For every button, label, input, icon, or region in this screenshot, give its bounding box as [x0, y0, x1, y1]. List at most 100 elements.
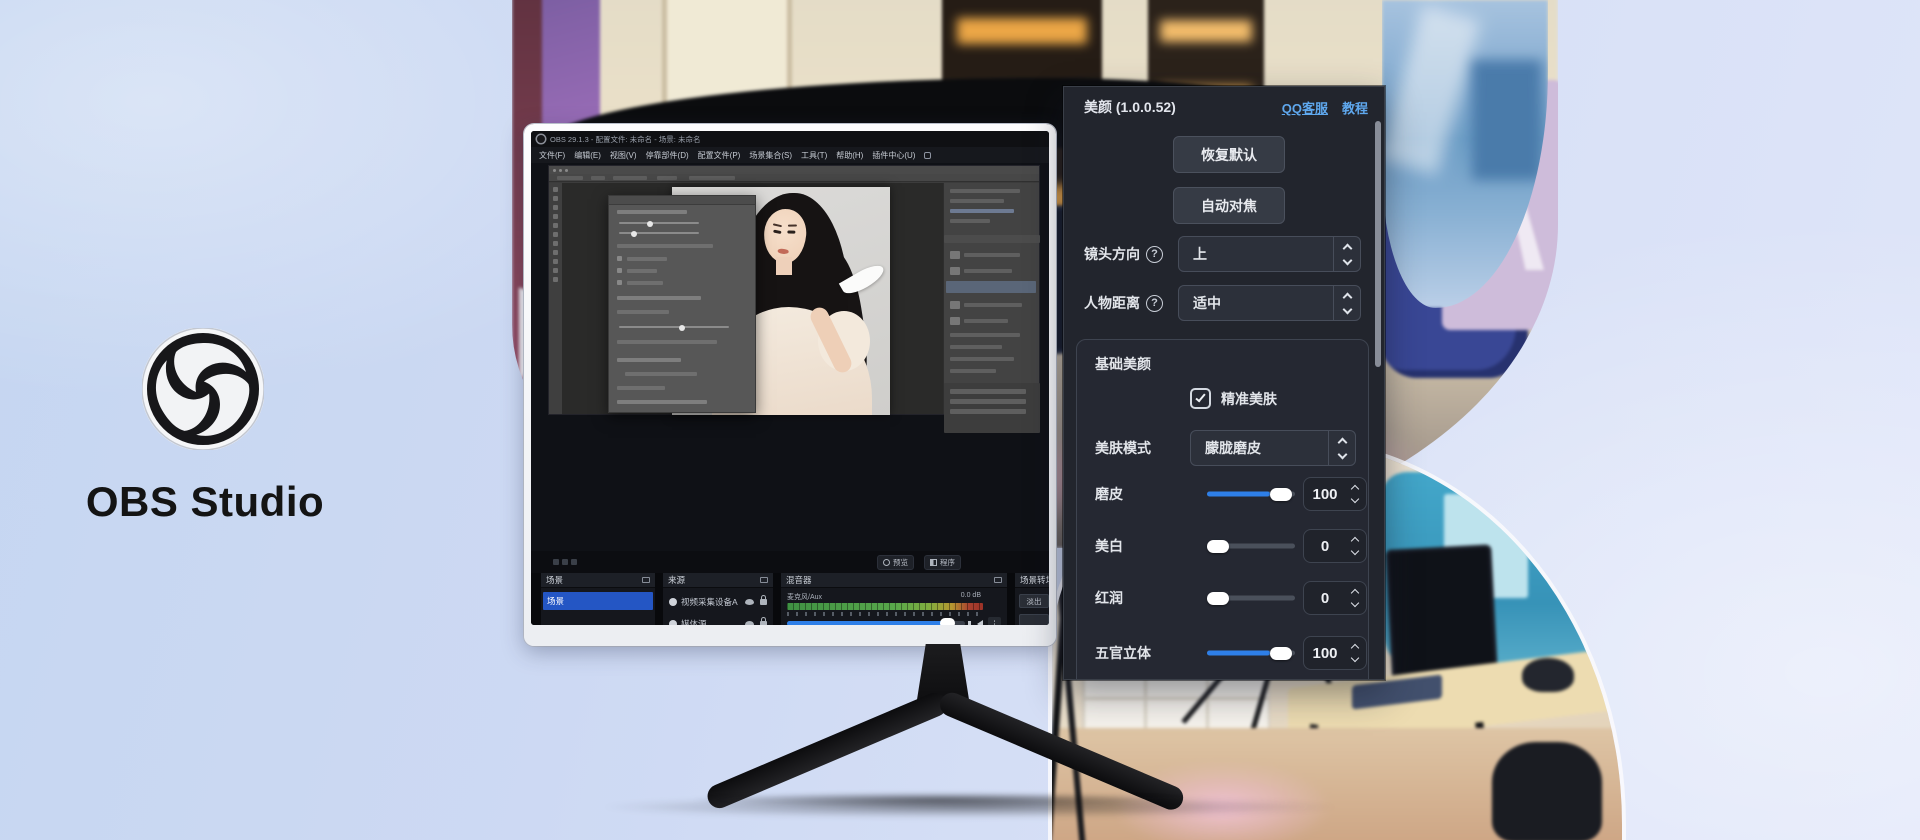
sources-title: 来源 — [668, 574, 685, 586]
slider-thumb[interactable] — [1270, 488, 1292, 501]
brand-title: OBS Studio — [40, 478, 370, 526]
skin-mode-select[interactable]: 朦胧磨皮 — [1190, 430, 1356, 466]
slider-thumb[interactable] — [1207, 540, 1229, 553]
rosy-value-box[interactable]: 0 — [1303, 581, 1367, 615]
spin-down-icon — [1351, 599, 1359, 607]
transition-duration[interactable] — [1019, 614, 1049, 625]
eye-icon[interactable] — [745, 599, 754, 605]
restore-default-button[interactable]: 恢复默认 — [1173, 136, 1285, 173]
beauty-panel-header: 美颜 (1.0.0.52) QQ客服 教程 — [1084, 97, 1368, 117]
menu-view[interactable]: 视图(V) — [610, 150, 637, 161]
eye-icon[interactable] — [745, 621, 754, 625]
volume-meter — [787, 603, 983, 610]
photo-collage-topright — [1382, 0, 1548, 308]
chevron-down-icon — [1337, 449, 1347, 459]
meter-ticks — [787, 612, 983, 616]
face-3d-slider[interactable] — [1207, 651, 1295, 656]
spin-up-icon — [1351, 644, 1359, 652]
beauty-plugin-panel: 美颜 (1.0.0.52) QQ客服 教程 恢复默认 自动对焦 镜头方向 ? 上… — [1063, 86, 1385, 680]
tab-preview[interactable]: 预览 — [877, 555, 914, 570]
menu-edit[interactable]: 编辑(E) — [574, 150, 601, 161]
spin-up-icon — [1351, 485, 1359, 493]
mixer-title: 混音器 — [786, 574, 812, 586]
beauty-panel-title: 美颜 (1.0.0.52) — [1084, 97, 1176, 117]
chevron-down-icon — [1342, 255, 1352, 265]
spin-down-icon — [1351, 495, 1359, 503]
obs-preview-area — [531, 163, 1049, 551]
chevron-down-icon — [1342, 304, 1352, 314]
menu-profile[interactable]: 配置文件(P) — [698, 150, 741, 161]
transition-select[interactable]: 淡出 — [1019, 594, 1049, 608]
camera-direction-select[interactable]: 上 — [1178, 236, 1361, 272]
obs-menubar: 文件(F) 编辑(E) 视图(V) 停靠部件(D) 配置文件(P) 场景集合(S… — [531, 147, 1049, 163]
editor-options-bar — [549, 174, 1039, 182]
volume-slider[interactable] — [787, 621, 965, 625]
dock-sources: 来源 视频采集设备A 媒体源 窗口采集 — [663, 573, 773, 625]
obs-dock-area: 场景 场景 来源 视频采集设备A 媒体源 — [531, 573, 1049, 625]
menu-docks[interactable]: 停靠部件(D) — [646, 150, 689, 161]
whitening-value-box[interactable]: 0 — [1303, 529, 1367, 563]
skin-mode-row: 美肤模式 — [1095, 430, 1151, 466]
rosy-slider[interactable] — [1207, 596, 1295, 601]
smoothing-value-box[interactable]: 100 — [1303, 477, 1367, 511]
person-distance-select[interactable]: 适中 — [1178, 285, 1361, 321]
speaker-icon[interactable] — [977, 620, 983, 625]
whitening-slider-row: 美白 0 — [1095, 528, 1354, 564]
mixer-channel-db: 0.0 dB — [961, 592, 981, 599]
slider-thumb[interactable] — [1207, 592, 1229, 605]
obs-titlebar-text: OBS 29.1.3 - 配置文件: 未命名 - 场景: 未命名 — [550, 134, 700, 145]
slider-thumb[interactable] — [1270, 647, 1292, 660]
obs-window: OBS 29.1.3 - 配置文件: 未命名 - 场景: 未命名 文件(F) 编… — [531, 131, 1049, 625]
media-source-icon — [669, 620, 677, 625]
face-3d-value-box[interactable]: 100 — [1303, 636, 1367, 670]
dock-menu-icon[interactable] — [994, 577, 1002, 583]
help-icon[interactable]: ? — [1146, 295, 1163, 312]
layout-icon-1[interactable] — [553, 559, 559, 565]
panel-scrollbar[interactable] — [1375, 121, 1381, 367]
layout-icon-3[interactable] — [571, 559, 577, 565]
camera-source-icon — [669, 598, 677, 606]
auto-focus-button[interactable]: 自动对焦 — [1173, 187, 1285, 224]
chevron-up-icon — [1337, 437, 1347, 447]
whitening-slider[interactable] — [1207, 544, 1295, 549]
editor-side-panels — [943, 183, 1039, 414]
dock-menu-icon[interactable] — [642, 577, 650, 583]
volume-slider-thumb[interactable] — [940, 618, 955, 625]
obs-logo — [142, 328, 264, 450]
tab-program[interactable]: 程序 — [924, 555, 961, 570]
qq-support-link[interactable]: QQ客服 — [1282, 98, 1328, 117]
layout-icon-2[interactable] — [562, 559, 568, 565]
precise-skin-checkbox[interactable] — [1190, 388, 1211, 409]
tutorial-link[interactable]: 教程 — [1342, 98, 1368, 117]
lock-icon[interactable] — [760, 621, 767, 625]
group-title: 基础美颜 — [1095, 354, 1151, 374]
chevron-up-icon — [1342, 243, 1352, 253]
menu-tools[interactable]: 工具(T) — [801, 150, 827, 161]
help-icon[interactable]: ? — [1146, 246, 1163, 263]
precise-skin-row: 精准美肤 — [1190, 388, 1277, 409]
rosy-slider-row: 红润 0 — [1095, 580, 1354, 616]
menu-file[interactable]: 文件(F) — [539, 150, 565, 161]
basic-beauty-group: 基础美颜 精准美肤 美肤模式 朦胧磨皮 磨皮 100 — [1076, 339, 1369, 680]
mixer-channel-name: 麦克风/Aux — [787, 592, 822, 602]
dock-transitions: 场景转场 淡出 ‹ — [1015, 573, 1049, 625]
smoothing-slider[interactable] — [1207, 492, 1295, 497]
source-row[interactable]: 媒体源 — [665, 615, 771, 625]
spin-down-icon — [1351, 547, 1359, 555]
editor-canvas — [562, 183, 943, 414]
obs-shutter-icon — [142, 328, 264, 450]
transitions-title: 场景转场 — [1020, 574, 1049, 586]
lock-icon[interactable] — [760, 599, 767, 605]
stand-shadow-inner — [690, 792, 1190, 808]
dock-menu-icon[interactable] — [760, 577, 768, 583]
menu-plugin-center[interactable]: 插件中心(U) — [872, 150, 915, 161]
spin-up-icon — [1351, 589, 1359, 597]
menu-help[interactable]: 帮助(H) — [836, 150, 863, 161]
spin-up-icon — [1351, 537, 1359, 545]
menu-scene-collection[interactable]: 场景集合(S) — [749, 150, 792, 161]
scene-row[interactable]: 场景 — [543, 592, 653, 610]
view-tab-strip: 预览 程序 — [531, 551, 1049, 573]
captured-editor-window — [548, 165, 1040, 415]
source-row[interactable]: 视频采集设备A — [665, 593, 771, 611]
mixer-kebab-button[interactable]: ⋮ — [988, 617, 1001, 625]
